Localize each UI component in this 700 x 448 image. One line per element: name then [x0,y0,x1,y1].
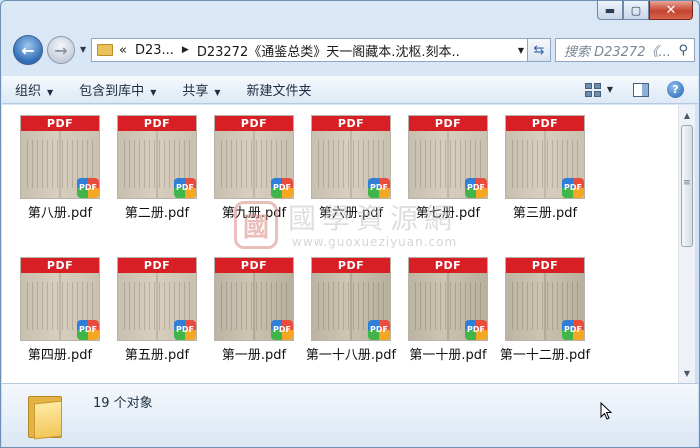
watermark-text: 國學資源網 [288,202,459,235]
minimize-button[interactable]: ▬ [597,1,623,20]
file-item[interactable]: PDF PDF 第四册.pdf [12,257,108,363]
chevron-right-icon[interactable]: ▶ [182,45,189,55]
pdf-thumbnail: PDF PDF [505,257,585,341]
search-input[interactable]: 搜索 D23272《... ⚲ [555,38,695,62]
pdf-thumbnail: PDF PDF [117,257,197,341]
watermark: 國 國學資源網 www.guoxueziyuan.com [234,195,474,257]
file-name: 第二册.pdf [124,206,190,221]
share-menu[interactable]: 共享 ▼ [169,80,233,99]
pdf-app-icon: PDF [562,320,584,340]
chevron-down-icon: ▼ [214,88,221,97]
search-icon[interactable]: ⚲ [678,43,688,58]
pdf-app-icon: PDF [77,178,99,198]
file-name: 第五册.pdf [124,348,190,363]
pdf-app-icon: PDF [174,178,196,198]
file-item[interactable]: PDF PDF 第一十册.pdf [400,257,496,363]
caption-buttons: ▬ ▢ ✕ [597,1,693,20]
include-in-library-label: 包含到库中 [79,84,145,99]
folder-icon [97,44,113,56]
watermark-seal-icon: 國 [234,201,278,249]
breadcrumb-item[interactable]: D23... [135,43,174,58]
scroll-down-icon[interactable]: ▼ [679,365,695,381]
pdf-thumbnail: PDF PDF [214,115,294,199]
file-item[interactable]: PDF PDF 第二册.pdf [109,115,205,221]
file-name: 第一十八册.pdf [305,348,397,363]
pdf-banner: PDF [409,258,487,273]
pdf-thumbnail: PDF PDF [20,115,100,199]
pdf-thumbnail: PDF PDF [311,115,391,199]
file-item[interactable]: PDF PDF 第五册.pdf [109,257,205,363]
mouse-cursor-icon [600,402,612,420]
organize-menu[interactable]: 组织 ▼ [15,80,66,99]
file-item[interactable]: PDF PDF 第一十二册.pdf [497,257,593,363]
pdf-app-icon: PDF [465,320,487,340]
scroll-up-icon[interactable]: ▲ [679,107,695,123]
breadcrumb-item-current[interactable]: D23272《通鉴总类》天一阁藏本.沈枢.刻本.... [197,41,459,60]
navigation-bar: ← → ▼ « D23... ▶ D23272《通鉴总类》天一阁藏本.沈枢.刻本… [9,35,695,65]
details-pane: 19 个对象 [2,383,698,447]
pdf-banner: PDF [215,258,293,273]
explorer-window: ▬ ▢ ✕ ← → ▼ « D23... ▶ D23272《通鉴总类》天一阁藏本… [0,0,700,448]
file-name: 第一十二册.pdf [499,348,591,363]
file-item[interactable]: PDF PDF 第一十八册.pdf [303,257,399,363]
file-name: 第一十册.pdf [409,348,487,363]
recent-pages-dropdown[interactable]: ▼ [80,45,86,54]
organize-label: 组织 [15,84,42,99]
pdf-thumbnail: PDF PDF [505,115,585,199]
refresh-button[interactable]: ⇆ [527,38,551,62]
pdf-thumbnail: PDF PDF [311,257,391,341]
pdf-banner: PDF [506,116,584,131]
preview-pane-icon[interactable] [633,82,649,97]
back-button[interactable]: ← [13,35,43,65]
file-list: PDF PDF 第八册.pdf PDF PDF 第二册.pdf PDF PDF … [2,105,678,383]
pdf-banner: PDF [506,258,584,273]
item-count: 19 个对象 [93,396,153,411]
folder-icon [28,392,64,440]
file-name: 第三册.pdf [512,206,578,221]
pdf-app-icon: PDF [174,320,196,340]
chevron-down-icon: ▼ [150,88,157,97]
breadcrumb-overflow-icon[interactable]: « [119,43,127,58]
pdf-app-icon: PDF [271,320,293,340]
share-label: 共享 [182,84,209,99]
pdf-app-icon: PDF [562,178,584,198]
pdf-banner: PDF [118,258,196,273]
help-icon[interactable]: ? [667,81,684,98]
file-item[interactable]: PDF PDF 第八册.pdf [12,115,108,221]
new-folder-button[interactable]: 新建文件夹 [234,80,325,99]
pdf-banner: PDF [312,116,390,131]
vertical-scrollbar[interactable]: ▲ ▼ [678,105,695,383]
file-name: 第八册.pdf [27,206,93,221]
address-bar[interactable]: « D23... ▶ D23272《通鉴总类》天一阁藏本.沈枢.刻本.... ▼ [91,38,531,62]
close-button[interactable]: ✕ [649,1,693,20]
pdf-thumbnail: PDF PDF [408,115,488,199]
pdf-thumbnail: PDF PDF [117,115,197,199]
chevron-down-icon: ▼ [47,88,54,97]
view-options-dropdown[interactable]: ▼ [607,85,613,94]
pdf-thumbnail: PDF PDF [408,257,488,341]
pdf-app-icon: PDF [368,320,390,340]
pdf-banner: PDF [118,116,196,131]
file-item[interactable]: PDF PDF 第三册.pdf [497,115,593,221]
pdf-thumbnail: PDF PDF [214,257,294,341]
maximize-button[interactable]: ▢ [623,1,649,20]
watermark-url: www.guoxueziyuan.com [292,235,458,249]
pdf-banner: PDF [312,258,390,273]
forward-button[interactable]: → [47,36,75,64]
search-placeholder: 搜索 D23272《... [564,44,670,60]
pdf-banner: PDF [21,258,99,273]
include-in-library-menu[interactable]: 包含到库中 ▼ [66,80,169,99]
scrollbar-thumb[interactable] [681,125,693,247]
pdf-banner: PDF [21,116,99,131]
pdf-thumbnail: PDF PDF [20,257,100,341]
pdf-banner: PDF [215,116,293,131]
file-name: 第一册.pdf [221,348,287,363]
new-folder-label: 新建文件夹 [246,84,312,99]
change-view-icon[interactable] [584,82,601,97]
file-item[interactable]: PDF PDF 第一册.pdf [206,257,302,363]
pdf-banner: PDF [409,116,487,131]
pdf-app-icon: PDF [77,320,99,340]
file-name: 第四册.pdf [27,348,93,363]
command-bar: 组织 ▼ 包含到库中 ▼ 共享 ▼ 新建文件夹 ▼ ? [2,76,698,104]
